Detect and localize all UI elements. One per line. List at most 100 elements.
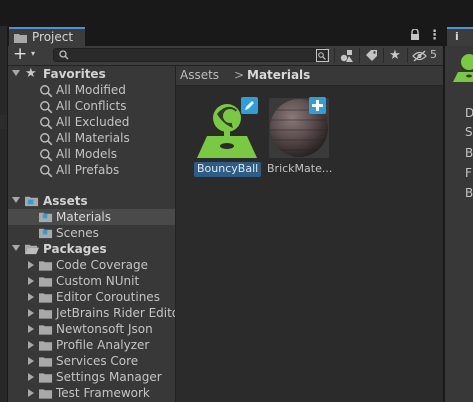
tree-package-item[interactable]: Profile Analyzer bbox=[8, 337, 175, 353]
chevron-right-icon[interactable] bbox=[28, 277, 34, 285]
chevron-right-icon[interactable] bbox=[28, 341, 34, 349]
tree-assets-item-materials[interactable]: Materials bbox=[8, 209, 175, 225]
physics-material-icon bbox=[453, 54, 473, 82]
tree-favorite-item[interactable]: All Conflicts bbox=[8, 98, 175, 114]
breadcrumb-materials[interactable]: Materials bbox=[247, 68, 310, 82]
folder-icon bbox=[39, 228, 53, 239]
chevron-down-icon[interactable] bbox=[12, 70, 20, 76]
search-icon bbox=[40, 165, 53, 178]
folder-icon bbox=[39, 325, 53, 335]
tree-assets-item-scenes[interactable]: Scenes bbox=[8, 225, 175, 241]
tree-package-item[interactable]: Settings Manager bbox=[8, 369, 175, 385]
more-options-icon[interactable]: ⋮ bbox=[428, 28, 441, 43]
breadcrumb-assets[interactable]: Assets bbox=[180, 68, 219, 82]
chevron-right-icon[interactable] bbox=[28, 309, 34, 317]
label-tag-icon bbox=[365, 50, 377, 61]
folder-icon bbox=[39, 212, 53, 223]
asset-name: BrickMate... bbox=[267, 162, 333, 175]
search-input[interactable] bbox=[53, 48, 327, 62]
tree-item-label: All Conflicts bbox=[56, 99, 127, 113]
tree-packages-label: Packages bbox=[43, 242, 107, 256]
tree-assets[interactable]: Assets bbox=[8, 193, 175, 209]
asset-grid-pane: Assets > Materials BouncyBall BrickMate.… bbox=[176, 66, 443, 402]
tree-item-label: Editor Coroutines bbox=[56, 290, 160, 304]
star-icon: ★ bbox=[389, 48, 401, 63]
tree-packages[interactable]: Packages bbox=[8, 241, 175, 257]
tab-bar: Project ⋮ bbox=[8, 26, 443, 46]
tree-favorites[interactable]: ★ Favorites bbox=[8, 66, 175, 82]
search-icon bbox=[40, 117, 53, 130]
tree-package-item[interactable]: Custom NUnit bbox=[8, 273, 175, 289]
chevron-down-icon[interactable] bbox=[12, 197, 20, 203]
create-button[interactable]: + ▾ bbox=[11, 44, 43, 64]
tree-favorite-item[interactable]: All Models bbox=[8, 146, 175, 162]
breadcrumb-separator: > bbox=[234, 68, 245, 82]
lock-icon[interactable] bbox=[410, 29, 420, 41]
folder-icon bbox=[39, 261, 53, 271]
tree-item-label: Code Coverage bbox=[56, 258, 149, 272]
asset-tile-bouncyball[interactable]: BouncyBall bbox=[194, 96, 262, 180]
tree-item-label: Settings Manager bbox=[56, 370, 162, 384]
asset-tile-brickmaterial[interactable]: BrickMate... bbox=[266, 96, 332, 180]
folder-icon bbox=[39, 341, 53, 351]
filter-by-type-button[interactable] bbox=[336, 47, 358, 64]
tree-favorite-item[interactable]: All Materials bbox=[8, 130, 175, 146]
tree-item-label: All Modified bbox=[56, 83, 126, 97]
tree-package-item[interactable]: JetBrains Rider Editor bbox=[8, 305, 175, 321]
hidden-packages-toggle[interactable] bbox=[410, 47, 428, 64]
tree-package-item[interactable]: Test Framework bbox=[8, 385, 175, 401]
tree-item-label: Test Framework bbox=[56, 386, 150, 400]
inspector-panel-edge: i D S B F B bbox=[445, 26, 473, 402]
filter-by-label-button[interactable] bbox=[360, 47, 382, 64]
tree-item-label: Custom NUnit bbox=[56, 274, 140, 288]
info-icon: i bbox=[455, 30, 459, 43]
search-icon bbox=[59, 50, 69, 60]
tree-favorite-item[interactable]: All Excluded bbox=[8, 114, 175, 130]
chevron-down-icon: ▾ bbox=[31, 49, 36, 58]
toolbar-divider bbox=[407, 48, 408, 63]
search-window-button[interactable] bbox=[311, 47, 333, 64]
inspector-row-label: F bbox=[465, 166, 472, 180]
tree-item-label: All Prefabs bbox=[56, 163, 120, 177]
asset-name: BouncyBall bbox=[194, 162, 262, 177]
search-icon bbox=[40, 85, 53, 98]
filter-type-icon bbox=[340, 50, 353, 62]
tree-favorite-item[interactable]: All Modified bbox=[8, 82, 175, 98]
folder-tree: ★ Favorites All Modified All Conflicts A… bbox=[8, 66, 175, 402]
star-icon: ★ bbox=[25, 66, 37, 81]
tree-item-label: Materials bbox=[56, 210, 112, 224]
chevron-right-icon[interactable] bbox=[28, 261, 34, 269]
search-icon bbox=[40, 149, 53, 162]
tree-item-label: Scenes bbox=[56, 226, 99, 240]
chevron-right-icon[interactable] bbox=[28, 373, 34, 381]
folder-icon bbox=[14, 34, 27, 43]
inspector-tab-bar: i bbox=[445, 26, 473, 46]
folder-icon bbox=[39, 357, 53, 367]
left-panel-selection bbox=[0, 115, 7, 129]
tree-package-item[interactable]: Newtonsoft Json bbox=[8, 321, 175, 337]
open-search-window-icon bbox=[315, 49, 329, 62]
tree-item-label: Services Core bbox=[56, 354, 139, 368]
chevron-down-icon[interactable] bbox=[12, 245, 20, 251]
folder-icon bbox=[39, 293, 53, 303]
tree-favorite-item[interactable]: All Prefabs bbox=[8, 162, 175, 178]
folder-open-icon bbox=[25, 244, 39, 255]
tree-item-label: All Materials bbox=[56, 131, 130, 145]
favorites-button[interactable]: ★ bbox=[384, 47, 406, 64]
tree-favorites-label: Favorites bbox=[43, 67, 106, 81]
edit-badge-icon bbox=[241, 97, 258, 114]
chevron-right-icon[interactable] bbox=[28, 389, 34, 397]
tree-item-label: JetBrains Rider Editor bbox=[56, 306, 175, 320]
search-icon bbox=[40, 101, 53, 114]
tree-package-item[interactable]: Code Coverage bbox=[8, 257, 175, 273]
tab-inspector[interactable]: i bbox=[447, 27, 473, 46]
tree-package-item[interactable]: Editor Coroutines bbox=[8, 289, 175, 305]
breadcrumb: Assets > Materials bbox=[176, 66, 443, 86]
tree-item-label: All Models bbox=[56, 147, 117, 161]
chevron-right-icon[interactable] bbox=[28, 357, 34, 365]
tree-package-item[interactable]: Services Core bbox=[8, 353, 175, 369]
chevron-right-icon[interactable] bbox=[28, 293, 34, 301]
plus-icon: + bbox=[13, 44, 28, 64]
chevron-right-icon[interactable] bbox=[28, 325, 34, 333]
hidden-count-label: 5 bbox=[430, 48, 437, 61]
